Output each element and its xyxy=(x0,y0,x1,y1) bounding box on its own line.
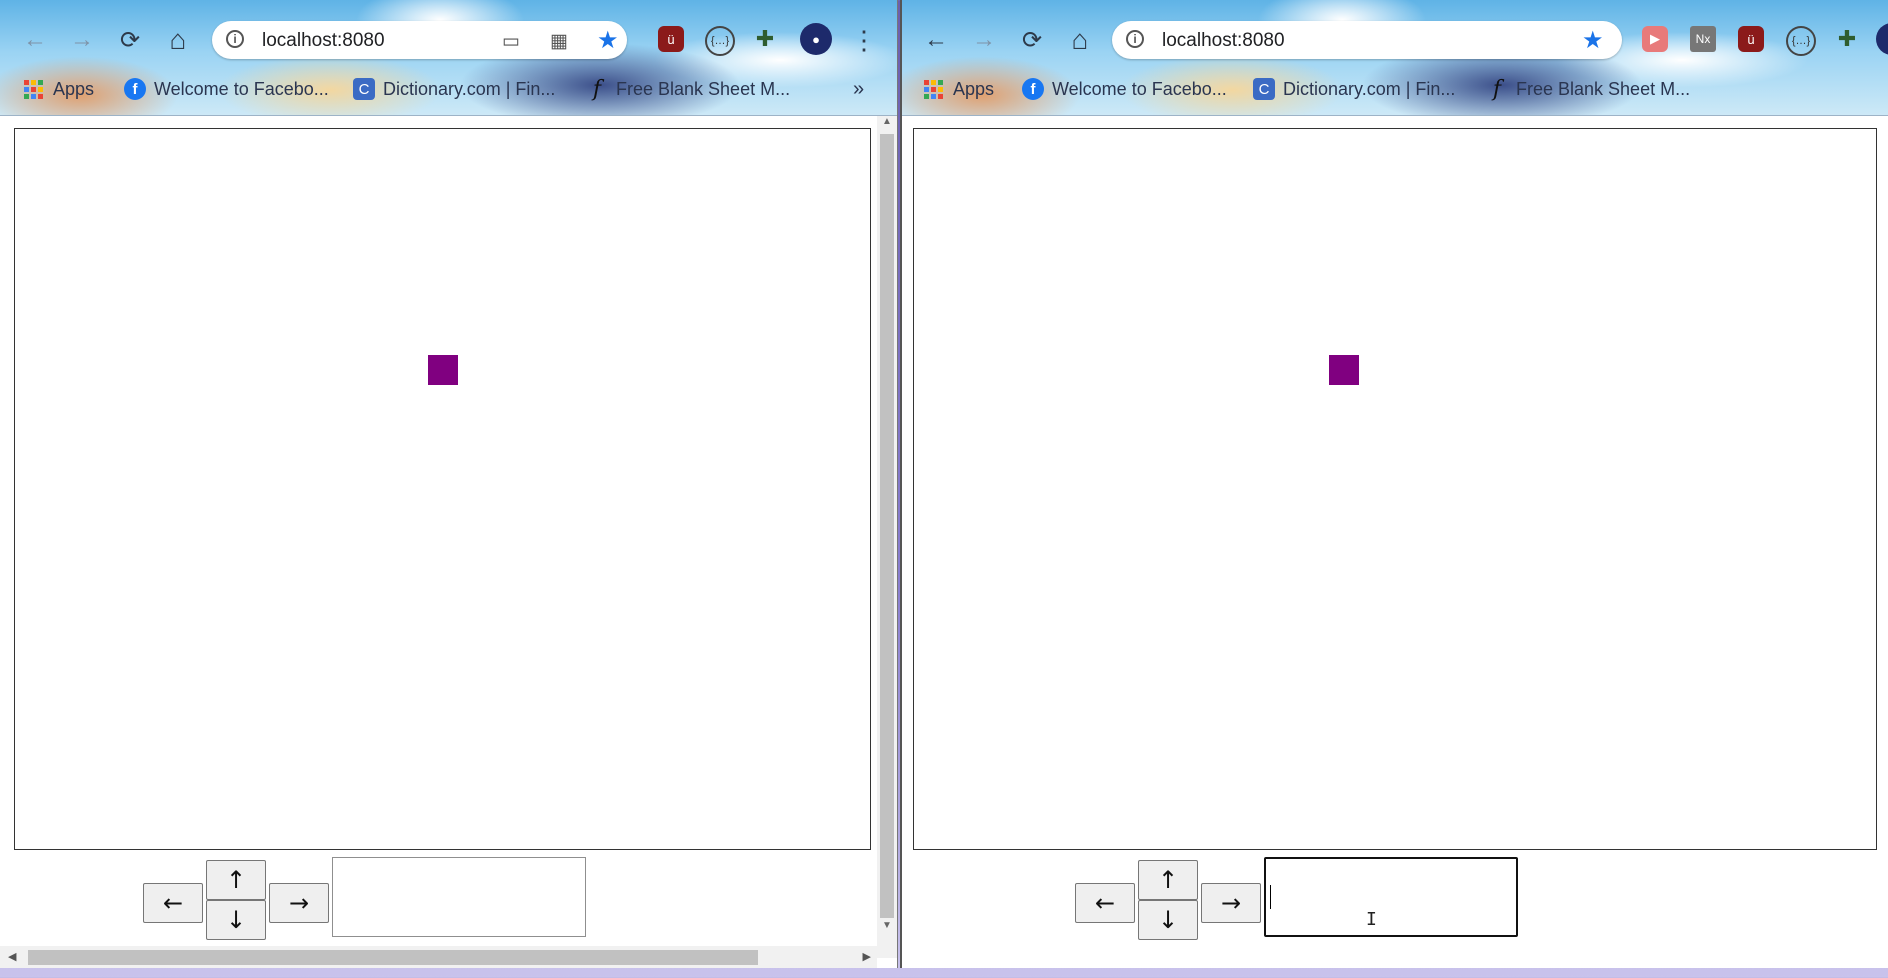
bookmark-apps-label: Apps xyxy=(953,78,995,99)
apps-grid-icon xyxy=(24,79,43,99)
bookmark-facebook[interactable]: f Welcome to Facebo... xyxy=(1022,76,1227,102)
back-icon[interactable]: ← xyxy=(19,24,51,56)
address-bar-url: localhost:8080 xyxy=(1162,30,1285,51)
bookmark-sheet-music[interactable]: f Free Blank Sheet M... xyxy=(1486,76,1690,102)
game-canvas[interactable] xyxy=(913,128,1877,850)
scroll-right-icon[interactable]: ▶ xyxy=(863,950,871,963)
player-square xyxy=(1329,355,1359,385)
cast-icon[interactable]: ▭ xyxy=(502,30,520,53)
home-icon[interactable]: ⌂ xyxy=(1064,24,1096,56)
bookmark-dictionary[interactable]: C Dictionary.com | Fin... xyxy=(353,76,555,102)
facebook-icon: f xyxy=(124,78,146,100)
vertical-scrollbar[interactable]: ▲ ▼ xyxy=(877,116,897,958)
profile-avatar[interactable]: ● xyxy=(1876,23,1888,55)
scroll-down-icon[interactable]: ▼ xyxy=(877,920,897,936)
bookmark-apps[interactable]: Apps xyxy=(924,76,994,102)
json-extension-icon[interactable]: {…} xyxy=(705,26,735,56)
bookmark-facebook-label: Welcome to Facebo... xyxy=(154,78,329,99)
right-arrow-button[interactable]: → xyxy=(1201,883,1261,923)
forward-icon[interactable]: → xyxy=(66,24,98,56)
back-icon[interactable]: ← xyxy=(920,24,952,56)
left-arrow-button[interactable]: ← xyxy=(143,883,203,923)
facebook-icon: f xyxy=(1022,78,1044,100)
browser-window-right: ← → ⟳ ⌂ i localhost:8080 ★ ▶ Nx ü {…} ✚ … xyxy=(900,0,1888,968)
bookmarks-bar: Apps f Welcome to Facebo... C Dictionary… xyxy=(0,76,897,102)
ublock-extension-icon[interactable]: ü xyxy=(658,26,684,52)
horizontal-scrollbar-thumb[interactable] xyxy=(28,950,758,965)
vertical-scrollbar-thumb[interactable] xyxy=(880,134,894,918)
browser-toolbar: ← → ⟳ ⌂ i localhost:8080 ★ ▶ Nx ü {…} ✚ … xyxy=(902,0,1888,116)
qr-code-icon[interactable]: ▦ xyxy=(550,30,568,53)
up-arrow-button[interactable]: ↑ xyxy=(206,860,266,900)
address-bar[interactable]: i localhost:8080 ▭ ▦ ★ xyxy=(212,21,627,59)
bookmark-sheet-music[interactable]: f Free Blank Sheet M... xyxy=(586,76,790,102)
sheet-music-icon: f xyxy=(1492,76,1502,102)
scroll-left-icon[interactable]: ◀ xyxy=(8,950,16,963)
bookmark-dictionary[interactable]: C Dictionary.com | Fin... xyxy=(1253,76,1455,102)
down-arrow-button[interactable]: ↓ xyxy=(1138,900,1198,940)
site-info-icon[interactable]: i xyxy=(226,30,244,48)
text-cursor-icon: I xyxy=(1366,909,1377,930)
browser-window-left: ← → ⟳ ⌂ i localhost:8080 ▭ ▦ ★ ü {…} ✚ ●… xyxy=(0,0,898,968)
left-arrow-button[interactable]: ← xyxy=(1075,883,1135,923)
bookmark-apps-label: Apps xyxy=(53,78,95,99)
profile-avatar[interactable]: ● xyxy=(800,23,832,55)
bookmarks-overflow-button[interactable]: » xyxy=(853,76,864,102)
browser-toolbar: ← → ⟳ ⌂ i localhost:8080 ▭ ▦ ★ ü {…} ✚ ●… xyxy=(0,0,897,116)
bookmark-facebook[interactable]: f Welcome to Facebo... xyxy=(124,76,329,102)
address-bar[interactable]: i localhost:8080 ★ xyxy=(1112,21,1622,59)
forward-icon[interactable]: → xyxy=(968,24,1000,56)
bookmark-sheet-music-label: Free Blank Sheet M... xyxy=(616,78,791,99)
apps-grid-icon xyxy=(924,79,943,99)
menu-dots-icon[interactable]: ⋮ xyxy=(848,24,880,56)
dictionary-icon: C xyxy=(353,78,375,100)
nx-extension-icon[interactable]: Nx xyxy=(1690,26,1716,52)
game-canvas[interactable] xyxy=(14,128,871,850)
horizontal-scrollbar[interactable]: ◀ ▶ xyxy=(0,946,877,968)
bookmark-star-icon[interactable]: ★ xyxy=(1582,26,1604,55)
extensions-puzzle-icon[interactable]: ✚ xyxy=(752,26,778,52)
down-arrow-button[interactable]: ↓ xyxy=(206,900,266,940)
message-textarea[interactable] xyxy=(332,857,586,937)
bookmark-dictionary-label: Dictionary.com | Fin... xyxy=(383,78,556,99)
page-content: ← ↑ ↓ → ▲ ▼ ◀ ▶ xyxy=(0,116,897,968)
page-content: ← ↑ ↓ → I xyxy=(902,116,1888,968)
bookmark-sheet-music-label: Free Blank Sheet M... xyxy=(1516,78,1691,99)
bookmark-dictionary-label: Dictionary.com | Fin... xyxy=(1283,78,1456,99)
home-icon[interactable]: ⌂ xyxy=(162,24,194,56)
reload-icon[interactable]: ⟳ xyxy=(1016,24,1048,56)
up-arrow-button[interactable]: ↑ xyxy=(1138,860,1198,900)
sheet-music-icon: f xyxy=(592,76,602,102)
bookmark-apps[interactable]: Apps xyxy=(24,76,94,102)
right-arrow-button[interactable]: → xyxy=(269,883,329,923)
text-caret xyxy=(1270,885,1271,909)
address-bar-url: localhost:8080 xyxy=(262,30,385,51)
message-textarea[interactable]: I xyxy=(1264,857,1518,937)
video-extension-icon[interactable]: ▶ xyxy=(1642,26,1668,52)
reload-icon[interactable]: ⟳ xyxy=(114,24,146,56)
player-square xyxy=(428,355,458,385)
extensions-puzzle-icon[interactable]: ✚ xyxy=(1834,26,1860,52)
ublock-extension-icon[interactable]: ü xyxy=(1738,26,1764,52)
bookmarks-bar: Apps f Welcome to Facebo... C Dictionary… xyxy=(902,76,1888,102)
scroll-up-icon[interactable]: ▲ xyxy=(877,116,897,132)
site-info-icon[interactable]: i xyxy=(1126,30,1144,48)
json-extension-icon[interactable]: {…} xyxy=(1786,26,1816,56)
dictionary-icon: C xyxy=(1253,78,1275,100)
bookmark-facebook-label: Welcome to Facebo... xyxy=(1052,78,1227,99)
bookmark-star-icon[interactable]: ★ xyxy=(597,26,619,55)
